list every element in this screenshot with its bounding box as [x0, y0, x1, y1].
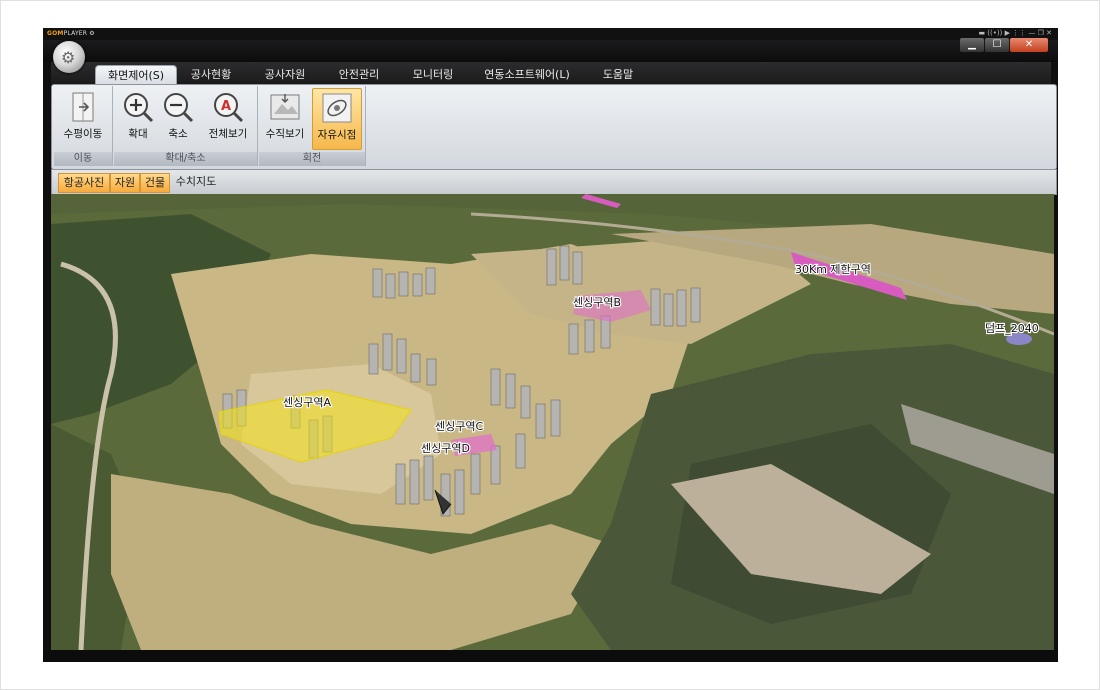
app-title-bar [43, 40, 1058, 62]
status-strip [43, 650, 1058, 662]
svg-text:A: A [221, 99, 231, 114]
ribbon-group-move: 수평이동 이동 [54, 86, 113, 166]
layer-toggle-bar: 항공사진 자원 건물 수치지도 [51, 169, 1057, 195]
tab-safety[interactable]: 안전관리 [329, 65, 389, 84]
label-zone-a: 센싱구역A [283, 396, 331, 409]
vertical-view-button[interactable]: 수직보기 [261, 88, 309, 148]
vertical-view-icon [270, 94, 300, 120]
layer-buildings[interactable]: 건물 [140, 173, 170, 193]
tab-monitoring[interactable]: 모니터링 [403, 65, 463, 84]
pan-button[interactable]: 수평이동 [59, 88, 107, 148]
maximize-button[interactable]: ☐ [985, 38, 1009, 52]
tab-construction-resources[interactable]: 공사자원 [255, 65, 315, 84]
full-view-button[interactable]: A 전체보기 [202, 88, 254, 148]
close-button[interactable]: ✕ [1010, 38, 1048, 52]
app-window: GOMPLAYER ⚙ ▬ ((•)) ▶ ⋮⋮ — ❐ ✕ ⚙ ▁ ☐ ✕ 화… [43, 28, 1058, 662]
pan-icon [72, 92, 94, 122]
player-brand: GOMPLAYER ⚙ [47, 30, 95, 37]
free-view-button[interactable]: 자유시점 [312, 88, 362, 150]
ribbon-group-rotate: 수직보기 자유시점 회전 [259, 86, 366, 166]
layer-resources[interactable]: 자원 [110, 173, 140, 193]
group-label-zoom: 확대/축소 [114, 152, 257, 166]
ribbon-tabs: 화면제어(S) 공사현황 공사자원 안전관리 모니터링 연동소프트웨어(L) 도… [51, 62, 1051, 85]
zoom-in-icon [124, 93, 154, 123]
group-label-move: 이동 [54, 152, 112, 166]
label-zone-d: 센싱구역D [421, 442, 470, 455]
label-restricted-zone: 30Km 제한구역 [795, 263, 871, 276]
player-title-bar: GOMPLAYER ⚙ ▬ ((•)) ▶ ⋮⋮ — ❐ ✕ [43, 28, 1058, 40]
gear-icon: ⚙ [61, 48, 76, 67]
label-zone-b: 센싱구역B [573, 296, 621, 309]
zoom-out-button[interactable]: 축소 [154, 88, 202, 148]
ribbon-group-zoom: 확대 축소 A 전체보기 확대/축소 [114, 86, 258, 166]
player-controls[interactable]: ▬ ((•)) ▶ ⋮⋮ — ❐ ✕ [978, 29, 1052, 37]
tab-linked-software[interactable]: 연동소프트웨어(L) [477, 65, 577, 84]
tab-help[interactable]: 도움말 [593, 65, 643, 84]
free-view-icon [322, 93, 352, 123]
zoom-out-icon [164, 93, 194, 123]
full-view-icon: A [214, 93, 244, 123]
label-zone-c: 센싱구역C [435, 420, 483, 433]
label-dump-truck: 덤프_2040 [985, 322, 1039, 335]
minimize-button[interactable]: ▁ [960, 38, 984, 52]
tab-construction-status[interactable]: 공사현황 [181, 65, 241, 84]
group-label-rotate: 회전 [259, 152, 365, 166]
tab-screen-control[interactable]: 화면제어(S) [95, 65, 177, 85]
map-canvas: 센싱구역A 센싱구역B 센싱구역C 센싱구역D 30Km 제한구역 덤프_204… [51, 194, 1054, 650]
layer-aerial-photo[interactable]: 항공사진 [58, 173, 110, 193]
ribbon-panel: 수평이동 이동 확대 축소 A 전체보기 확대/축소 수직보기 자유시점 회전 [51, 84, 1057, 170]
map-3d-view[interactable]: 센싱구역A 센싱구역B 센싱구역C 센싱구역D 30Km 제한구역 덤프_204… [51, 194, 1054, 650]
window-controls: ▁ ☐ ✕ [959, 38, 1048, 52]
app-menu-orb[interactable]: ⚙ [53, 41, 85, 73]
layer-digital-map[interactable]: 수치지도 [170, 173, 222, 191]
